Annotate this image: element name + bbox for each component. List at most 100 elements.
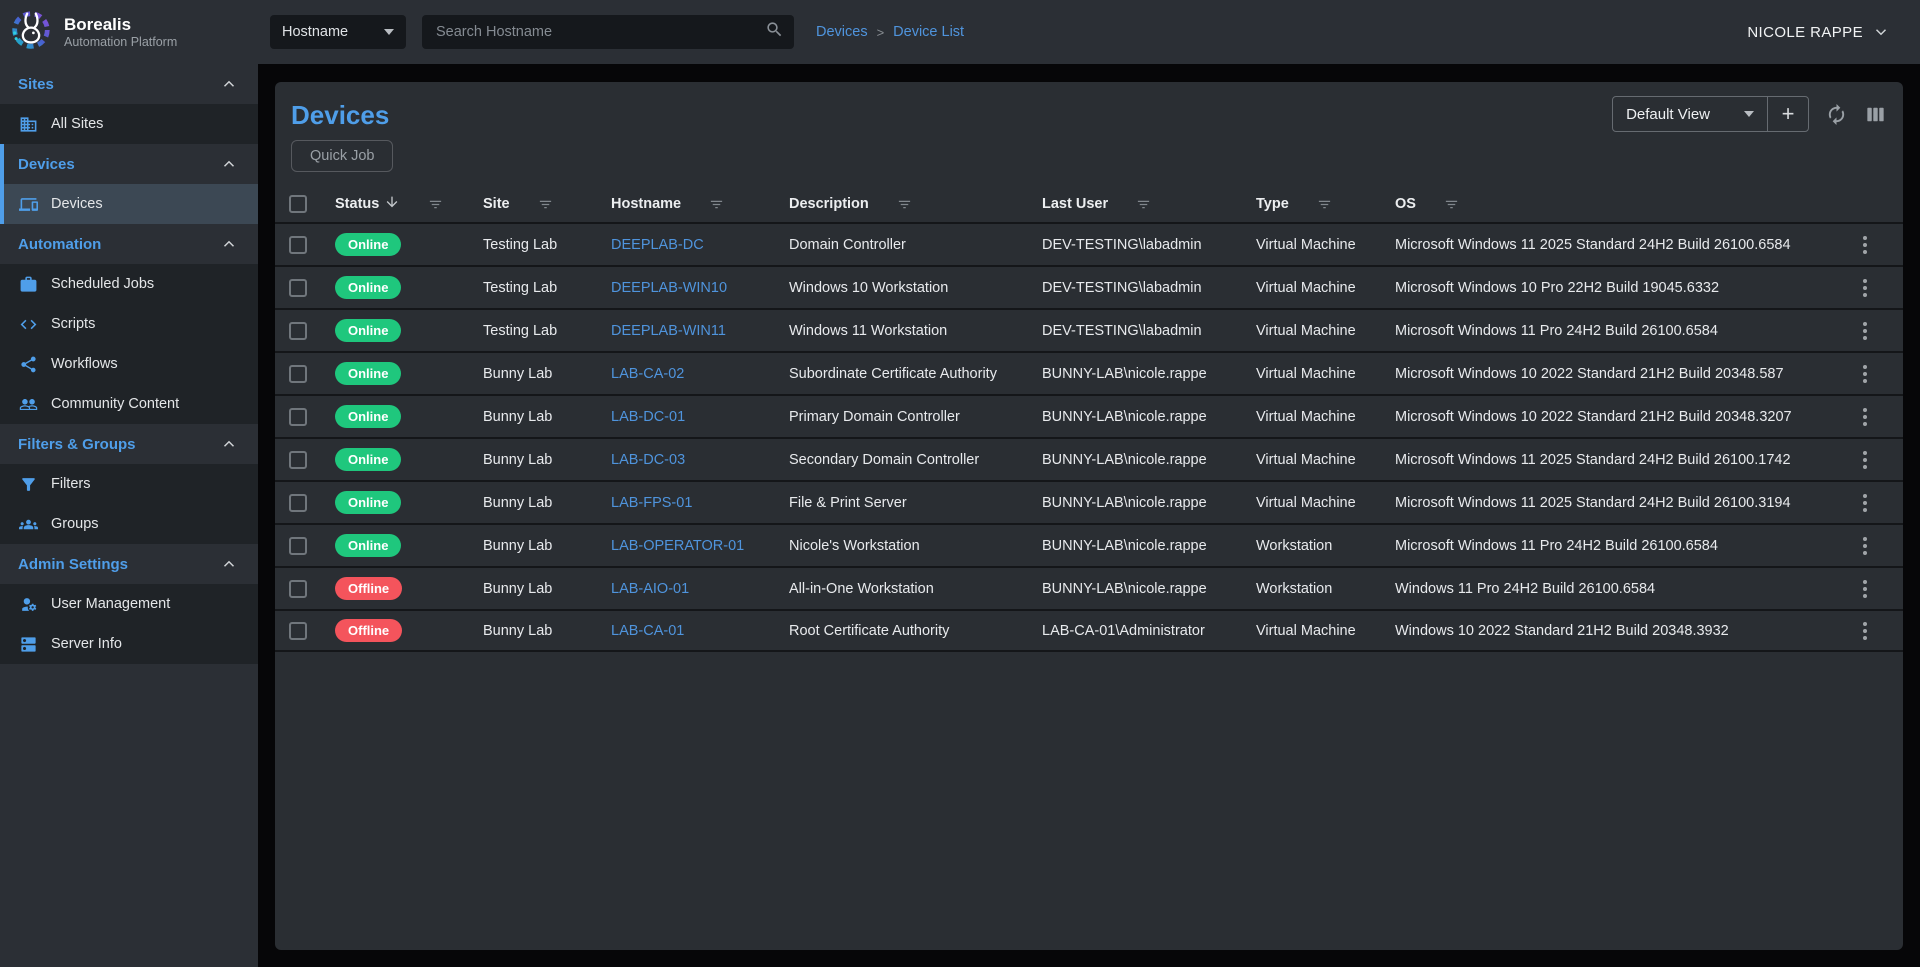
column-filter-icon[interactable]	[1444, 197, 1459, 212]
sidebar-item-workflows[interactable]: Workflows	[0, 344, 258, 384]
search-box	[422, 15, 794, 49]
sidebar-item-scripts[interactable]: Scripts	[0, 304, 258, 344]
table-row[interactable]: OnlineTesting LabDEEPLAB-WIN11Windows 11…	[275, 308, 1903, 351]
row-checkbox[interactable]	[289, 408, 307, 426]
breadcrumb-separator: >	[877, 25, 885, 40]
columns-icon[interactable]	[1864, 103, 1887, 126]
sidebar-item-filters[interactable]: Filters	[0, 464, 258, 504]
hostname-link[interactable]: DEEPLAB-DC	[611, 237, 704, 253]
row-checkbox[interactable]	[289, 537, 307, 555]
row-menu-icon[interactable]	[1855, 232, 1875, 258]
row-menu-icon[interactable]	[1855, 618, 1875, 644]
search-input[interactable]	[434, 23, 765, 41]
refresh-icon[interactable]	[1825, 103, 1848, 126]
row-checkbox[interactable]	[289, 322, 307, 340]
select-all-checkbox[interactable]	[289, 195, 307, 213]
sidebar-item-user-management[interactable]: User Management	[0, 584, 258, 624]
type-cell: Workstation	[1256, 538, 1395, 554]
sidebar-section-header-sites[interactable]: Sites	[0, 64, 258, 104]
hostname-link[interactable]: LAB-AIO-01	[611, 581, 689, 597]
hostname-link[interactable]: LAB-OPERATOR-01	[611, 538, 744, 554]
share-icon	[19, 355, 38, 374]
row-menu-icon[interactable]	[1855, 533, 1875, 559]
row-menu-icon[interactable]	[1855, 361, 1875, 387]
sidebar-item-server-info[interactable]: Server Info	[0, 624, 258, 664]
column-header-type[interactable]: Type	[1256, 196, 1395, 212]
column-label: Hostname	[611, 196, 681, 212]
row-checkbox[interactable]	[289, 365, 307, 383]
os-cell: Microsoft Windows 10 Pro 22H2 Build 1904…	[1395, 280, 1855, 296]
view-group: Default View +	[1612, 96, 1809, 132]
sidebar-item-devices[interactable]: Devices	[0, 184, 258, 224]
row-menu-icon[interactable]	[1855, 275, 1875, 301]
section-label: Automation	[18, 236, 101, 253]
search-field-select[interactable]: Hostname	[270, 15, 406, 49]
sidebar-item-label: All Sites	[51, 116, 103, 132]
sidebar: Borealis Automation Platform SitesAll Si…	[0, 0, 258, 967]
view-select[interactable]: Default View	[1613, 97, 1767, 131]
column-filter-icon[interactable]	[897, 197, 912, 212]
filter-icon	[19, 475, 38, 494]
sidebar-section-header-admin-settings[interactable]: Admin Settings	[0, 544, 258, 584]
sidebar-section-header-filters-groups[interactable]: Filters & Groups	[0, 424, 258, 464]
table-row[interactable]: OnlineBunny LabLAB-FPS-01File & Print Se…	[275, 480, 1903, 523]
hostname-link[interactable]: LAB-FPS-01	[611, 495, 692, 511]
row-menu-icon[interactable]	[1855, 447, 1875, 473]
row-checkbox[interactable]	[289, 580, 307, 598]
sidebar-item-community-content[interactable]: Community Content	[0, 384, 258, 424]
sidebar-section-header-devices[interactable]: Devices	[0, 144, 258, 184]
rabbit-gear-logo	[8, 7, 54, 58]
add-view-button[interactable]: +	[1768, 97, 1808, 131]
column-header-hostname[interactable]: Hostname	[611, 196, 789, 212]
hostname-link[interactable]: DEEPLAB-WIN11	[611, 323, 726, 339]
table-row[interactable]: OfflineBunny LabLAB-AIO-01All-in-One Wor…	[275, 566, 1903, 609]
row-checkbox[interactable]	[289, 279, 307, 297]
table-row[interactable]: OnlineTesting LabDEEPLAB-WIN10Windows 10…	[275, 265, 1903, 308]
site-cell: Testing Lab	[483, 237, 611, 253]
sidebar-item-scheduled-jobs[interactable]: Scheduled Jobs	[0, 264, 258, 304]
status-badge: Online	[335, 448, 401, 471]
column-filter-icon[interactable]	[538, 197, 553, 212]
row-checkbox[interactable]	[289, 622, 307, 640]
last-user-cell: BUNNY-LAB\nicole.rappe	[1042, 581, 1256, 597]
breadcrumb-devices[interactable]: Devices	[816, 24, 868, 40]
hostname-link[interactable]: LAB-DC-01	[611, 409, 685, 425]
last-user-cell: BUNNY-LAB\nicole.rappe	[1042, 366, 1256, 382]
column-filter-icon[interactable]	[1136, 197, 1151, 212]
row-checkbox[interactable]	[289, 451, 307, 469]
hostname-link[interactable]: LAB-CA-02	[611, 366, 684, 382]
column-header-last-user[interactable]: Last User	[1042, 196, 1256, 212]
sidebar-item-groups[interactable]: Groups	[0, 504, 258, 544]
os-cell: Microsoft Windows 11 2025 Standard 24H2 …	[1395, 495, 1855, 511]
hostname-link[interactable]: LAB-CA-01	[611, 623, 684, 639]
column-filter-icon[interactable]	[1317, 197, 1332, 212]
row-checkbox[interactable]	[289, 236, 307, 254]
breadcrumb-device-list[interactable]: Device List	[893, 24, 964, 40]
sidebar-item-label: Scripts	[51, 316, 95, 332]
column-header-description[interactable]: Description	[789, 196, 1042, 212]
hostname-link[interactable]: LAB-DC-03	[611, 452, 685, 468]
table-row[interactable]: OnlineBunny LabLAB-DC-03Secondary Domain…	[275, 437, 1903, 480]
table-row[interactable]: OnlineBunny LabLAB-DC-01Primary Domain C…	[275, 394, 1903, 437]
row-menu-icon[interactable]	[1855, 576, 1875, 602]
column-filter-icon[interactable]	[709, 197, 724, 212]
sidebar-item-label: User Management	[51, 596, 170, 612]
sidebar-section-header-automation[interactable]: Automation	[0, 224, 258, 264]
column-header-site[interactable]: Site	[483, 196, 611, 212]
table-row[interactable]: OnlineBunny LabLAB-OPERATOR-01Nicole's W…	[275, 523, 1903, 566]
sidebar-item-all-sites[interactable]: All Sites	[0, 104, 258, 144]
row-checkbox[interactable]	[289, 494, 307, 512]
row-menu-icon[interactable]	[1855, 318, 1875, 344]
column-header-status[interactable]: Status	[335, 194, 483, 214]
type-cell: Virtual Machine	[1256, 623, 1395, 639]
row-menu-icon[interactable]	[1855, 404, 1875, 430]
quick-job-button[interactable]: Quick Job	[291, 140, 393, 172]
column-filter-icon[interactable]	[428, 197, 443, 212]
table-row[interactable]: OfflineBunny LabLAB-CA-01Root Certificat…	[275, 609, 1903, 652]
user-menu[interactable]: NICOLE RAPPE	[1747, 23, 1890, 41]
hostname-link[interactable]: DEEPLAB-WIN10	[611, 280, 727, 296]
row-menu-icon[interactable]	[1855, 490, 1875, 516]
column-header-os[interactable]: OS	[1395, 196, 1855, 212]
table-row[interactable]: OnlineBunny LabLAB-CA-02Subordinate Cert…	[275, 351, 1903, 394]
table-row[interactable]: OnlineTesting LabDEEPLAB-DCDomain Contro…	[275, 222, 1903, 265]
